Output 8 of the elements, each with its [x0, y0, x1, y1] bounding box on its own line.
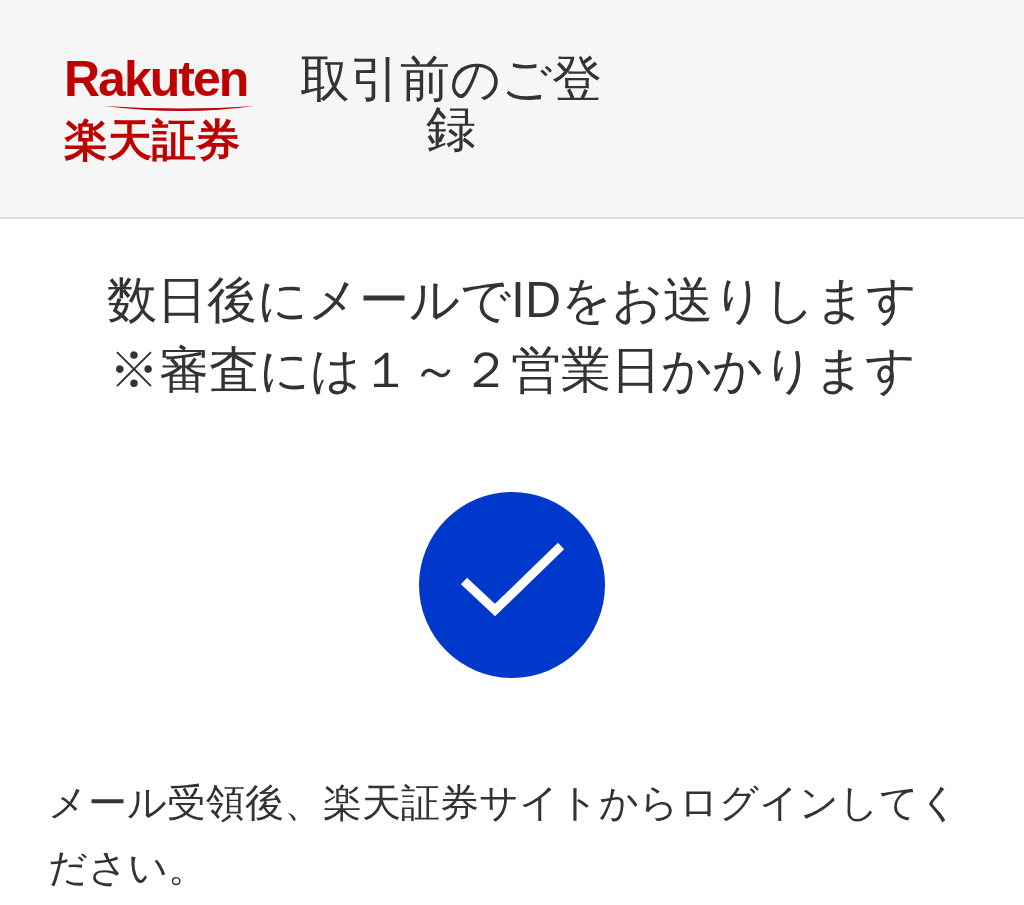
message-line: ※審査には１～２営業日かかります	[108, 341, 916, 400]
logo-wordmark: Rakuten	[64, 53, 248, 104]
page-title: 取引前のご登録	[299, 53, 603, 154]
check-circle-icon	[419, 492, 605, 678]
login-note: メール受領後、楽天証券サイトからログインしてください。	[48, 780, 960, 891]
message-line: 数日後にメールでIDをお送りします	[107, 271, 917, 330]
logo[interactable]: Rakuten 楽天証券	[64, 53, 254, 164]
logo-name: 楽天証券	[64, 115, 240, 164]
